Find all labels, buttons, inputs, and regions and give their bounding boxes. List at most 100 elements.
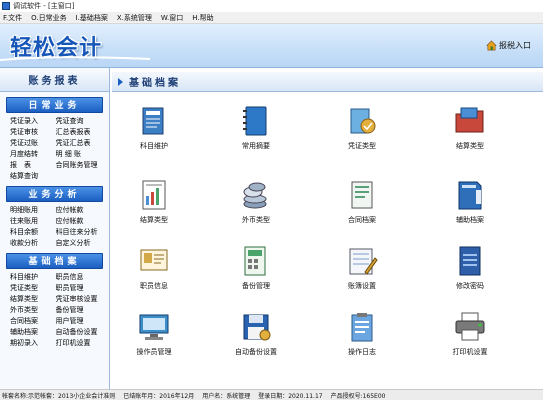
tile-printer[interactable]: 打印机设置: [430, 310, 510, 370]
tile-book-account[interactable]: 科目维护: [114, 104, 194, 164]
tile-staff-card[interactable]: 职员信息: [114, 244, 194, 304]
sidebar-link[interactable]: 科目往来分析: [56, 227, 102, 237]
app-icon: [2, 2, 10, 10]
sidebar-link[interactable]: 结算类型: [10, 294, 56, 304]
sidebar-link[interactable]: 合同档案: [10, 316, 56, 326]
window-titlebar: 调试软件 - [主窗口]: [0, 0, 543, 12]
sidebar-link[interactable]: 凭证审核: [10, 127, 56, 137]
sidebar-group-header[interactable]: 日常业务: [6, 97, 103, 113]
floppy-disk-icon: [243, 314, 271, 341]
tile-label: 职员信息: [140, 282, 168, 290]
sidebar-link[interactable]: 凭证审核设置: [56, 294, 102, 304]
tile-auxiliary-book[interactable]: 辅助档案: [430, 178, 510, 238]
book-account-icon: [142, 107, 164, 135]
backup-calc-icon: [244, 246, 266, 276]
banner: 轻松会计 报税入口: [0, 24, 543, 68]
notebook-icon: [243, 106, 267, 136]
logo-swoosh: [0, 56, 150, 61]
tile-operator-monitor[interactable]: 操作员管理: [114, 310, 194, 370]
menu-daily[interactable]: O.日常业务: [31, 13, 66, 23]
status-account: 帐套名称:示范帐套：2013小企业会计准则: [2, 392, 116, 400]
sidebar-link[interactable]: 凭证录入: [10, 116, 56, 126]
tile-label: 打印机设置: [452, 348, 488, 356]
tile-contract[interactable]: 合同档案: [322, 178, 402, 238]
sidebar-link[interactable]: 应付帐款: [56, 216, 102, 226]
tile-coins[interactable]: 外币类型: [216, 178, 296, 238]
tile-log-clipboard[interactable]: 操作日志: [322, 310, 402, 370]
tile-label: 辅助档案: [456, 216, 484, 224]
tile-voucher-type[interactable]: 凭证类型: [322, 104, 402, 164]
menu-file[interactable]: F.文件: [3, 13, 22, 23]
tile-label: 修改密码: [456, 282, 484, 290]
sidebar-link[interactable]: 自动备份设置: [56, 327, 102, 337]
sidebar-link[interactable]: 结算查询: [10, 171, 56, 181]
status-login-date: 登录日期：2020.11.17: [258, 392, 323, 400]
menu-basic[interactable]: I.基础档案: [76, 13, 108, 23]
sidebar-group-header[interactable]: 业务分析: [6, 186, 103, 202]
sidebar-link[interactable]: 职员管理: [56, 283, 102, 293]
main-panel: 基础档案 科目维护 常用摘要 凭证类型 结算类型 结算类型 外币类型 合同档案 辅助档案 职员信…: [112, 68, 543, 389]
sidebar-link[interactable]: 明细账用: [10, 205, 56, 215]
house-icon: [486, 40, 497, 51]
sidebar-link[interactable]: 凭证过账: [10, 138, 56, 148]
tile-folder-settle[interactable]: 结算类型: [430, 104, 510, 164]
sidebar-link[interactable]: 科目余额: [10, 227, 56, 237]
sidebar-group-header[interactable]: 基础档案: [6, 253, 103, 269]
sidebar-link[interactable]: 收款分析: [10, 238, 56, 248]
printer-icon: [455, 312, 485, 341]
operator-monitor-icon: [139, 314, 169, 340]
main-title: 基础档案: [129, 78, 181, 89]
sidebar-link[interactable]: 外币类型: [10, 305, 56, 315]
tile-label: 操作日志: [348, 348, 376, 356]
sidebar-link[interactable]: 报 表: [10, 160, 56, 170]
tile-label: 常用摘要: [242, 142, 270, 150]
tile-floppy-disk[interactable]: 自动备份设置: [216, 310, 296, 370]
sidebar-link[interactable]: 用户管理: [56, 316, 102, 326]
report-entry-label: 报税入口: [499, 41, 531, 50]
sidebar-link[interactable]: 应付帐款: [56, 205, 102, 215]
sidebar-link[interactable]: 往来账用: [10, 216, 56, 226]
menu-help[interactable]: H.帮助: [192, 13, 213, 23]
menu-window[interactable]: W.窗口: [161, 13, 183, 23]
menu-system[interactable]: X.系统管理: [117, 13, 152, 23]
folder-settle-icon: [455, 107, 484, 133]
report-entry-button[interactable]: 报税入口: [486, 40, 531, 51]
tile-notebook[interactable]: 常用摘要: [216, 104, 296, 164]
sidebar-group-daily-business: 日常业务 凭证录入 凭证查询 凭证审核 汇总表报表 凭证过账 凭证汇总表 月度结转明 细 账报…: [6, 97, 103, 181]
sidebar-group-items: 凭证录入 凭证查询 凭证审核 汇总表报表 凭证过账 凭证汇总表 月度结转明 细 账报 表合同…: [6, 113, 103, 181]
sidebar-link[interactable]: 备份管理: [56, 305, 102, 315]
tile-password-book[interactable]: 修改密码: [430, 244, 510, 304]
sidebar-link[interactable]: 凭证类型: [10, 283, 56, 293]
sidebar-link[interactable]: 职员信息: [56, 272, 102, 282]
tile-label: 结算类型: [140, 216, 168, 224]
arrow-right-icon: [118, 77, 123, 86]
tile-document-chart[interactable]: 结算类型: [114, 178, 194, 238]
sidebar-link[interactable]: 月度结转: [10, 149, 56, 159]
log-clipboard-icon: [351, 313, 373, 342]
tile-label: 账簿设置: [348, 282, 376, 290]
contract-icon: [351, 181, 373, 209]
tile-label: 备份管理: [242, 282, 270, 290]
sidebar-link[interactable]: 汇总表报表: [56, 127, 102, 137]
sidebar-link[interactable]: 自定义分析: [56, 238, 102, 248]
status-license: 产品授权号:165E00: [330, 392, 386, 400]
tile-label: 自动备份设置: [235, 348, 277, 356]
ledger-pen-icon: [349, 248, 378, 275]
sidebar-group-business-analysis: 业务分析 明细账用 应付帐款 往来账用 应付帐款 科目余额 科目往来分析 收款分析 自定义分析: [6, 186, 103, 248]
sidebar-link[interactable]: 凭证汇总表: [56, 138, 102, 148]
sidebar-link[interactable]: 合同账务管理: [56, 160, 102, 170]
sidebar-link[interactable]: 科目维护: [10, 272, 56, 282]
sidebar-link[interactable]: 凭证查询: [56, 116, 102, 126]
tile-ledger-pen[interactable]: 账簿设置: [322, 244, 402, 304]
tile-backup-calc[interactable]: 备份管理: [216, 244, 296, 304]
sidebar-link[interactable]: 打印机设置: [56, 338, 102, 348]
sidebar-title: 账务报表: [0, 72, 109, 92]
sidebar-link[interactable]: 明 细 账: [56, 149, 102, 159]
window-title: 调试软件 - [主窗口]: [13, 2, 75, 10]
sidebar-group-items: 科目维护 职员信息 凭证类型 职员管理 结算类型 凭证审核设置 外币类型 备份管理 合同档案 用户…: [6, 269, 103, 348]
tile-label: 操作员管理: [136, 348, 172, 356]
sidebar: 账务报表 日常业务 凭证录入 凭证查询 凭证审核 汇总表报表 凭证过账 凭证汇总表 月度结转明…: [0, 68, 110, 389]
tile-label: 合同档案: [348, 216, 376, 224]
sidebar-link[interactable]: 辅助档案: [10, 327, 56, 337]
sidebar-link[interactable]: 期初录入: [10, 338, 56, 348]
